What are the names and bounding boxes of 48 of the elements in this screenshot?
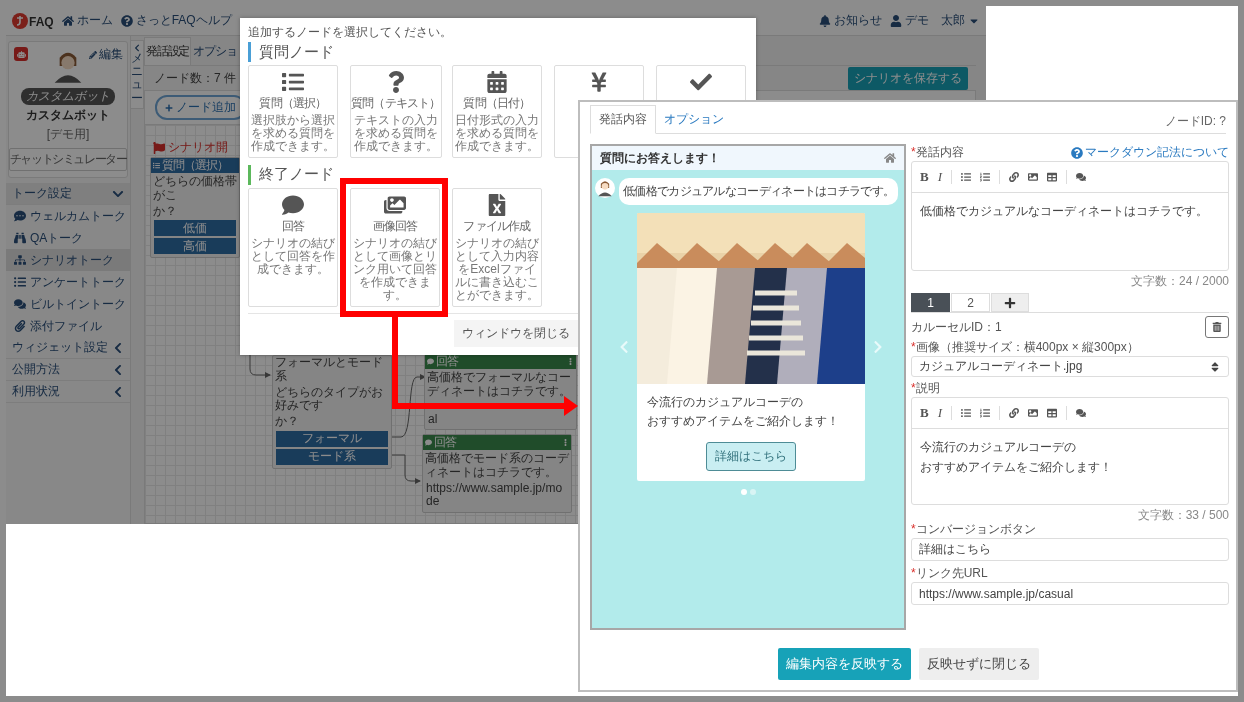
- card-title: 質問（テキスト）: [351, 95, 441, 112]
- node-title: 回答: [434, 434, 456, 451]
- scenario-start-label: シナリオ開: [153, 139, 228, 156]
- editor-text: 今流行のカジュアルコーデの: [920, 439, 1077, 456]
- logo-text: FAQ: [29, 14, 54, 29]
- editor-text: 低価格でカジュアルなコーディネートはコチラです。: [920, 203, 1209, 220]
- card-title: 質問（日付）: [463, 95, 531, 112]
- node-text: どちらの価格帯がこ: [152, 175, 238, 203]
- bot-name: カスタムボット: [26, 107, 110, 124]
- carousel-id: カルーセルID：1: [911, 318, 1002, 336]
- card-description: シナリオの結びとして画像とリンク用いて回答を作成できます。: [352, 236, 438, 303]
- editor-text: おすすめアイテムをご紹介します！: [920, 459, 1113, 476]
- field-label: *発話内容: [911, 144, 964, 161]
- card-title: 回答: [281, 217, 305, 235]
- field-label: *コンバージョンボタン: [911, 521, 1036, 538]
- character-counter: 文字数：24 / 2000: [1129, 273, 1229, 287]
- node-id: ノードID: ?: [1164, 113, 1226, 130]
- node-text: どちらのタイプがお好みです: [274, 385, 384, 414]
- card-description: シナリオの結びとして入力内容をExcelファイルに書き込むことができます。: [454, 236, 540, 303]
- node-url: https://www.sample.jp/mode: [425, 481, 564, 510]
- character-counter: 文字数：33 / 500: [1136, 507, 1229, 521]
- field-label: *説明: [911, 380, 940, 397]
- node-title: 質問（選択）: [162, 157, 228, 174]
- node-text: 高価格でフォーマルなコーディネートはコチラです。: [426, 371, 572, 399]
- node-text: フォーマルとモード系: [274, 356, 384, 384]
- card-text: 今流行のカジュアルコーデの: [647, 394, 804, 411]
- node-text: al: [427, 412, 439, 427]
- card-text: おすすめアイテムをご紹介します！: [647, 413, 840, 430]
- card-description: 日付形式の入力を求める質問を作成できます。: [454, 114, 540, 154]
- card-title: 質問（選択）: [259, 95, 327, 112]
- preview-title: 質問にお答えします！: [600, 149, 720, 167]
- field-label: *画像（推奨サイズ：横400px × 縦300px）: [911, 339, 1139, 356]
- node-title: 回答: [436, 353, 458, 370]
- card-description: シナリオの結びとして回答を作成できます。: [250, 236, 336, 277]
- bot-type-badge: カスタムボット: [21, 88, 115, 105]
- chat-bubble: 低価格でカジュアルなコーディネートはコチラです。: [619, 178, 899, 205]
- node-text: か？: [152, 204, 178, 219]
- card-title: ファイル作成: [463, 217, 531, 235]
- node-text: か？: [274, 415, 300, 429]
- node-count: ノード数：7 件: [154, 69, 236, 87]
- field-label: *リンク先URL: [911, 565, 988, 582]
- card-description: 選択肢から選択を求める質問を作成できます。: [250, 114, 336, 154]
- section-heading: 質問ノード: [248, 42, 748, 62]
- node-text: 高価格でモード系のコーディネートはコチラです。: [424, 452, 570, 480]
- card-title: 画像回答: [372, 217, 418, 235]
- dialog-instruction: 追加するノードを選択してください。: [248, 24, 453, 39]
- card-description: テキストの入力を求める質問を作成できます。: [352, 114, 439, 154]
- bot-note: [デモ用]: [46, 126, 90, 143]
